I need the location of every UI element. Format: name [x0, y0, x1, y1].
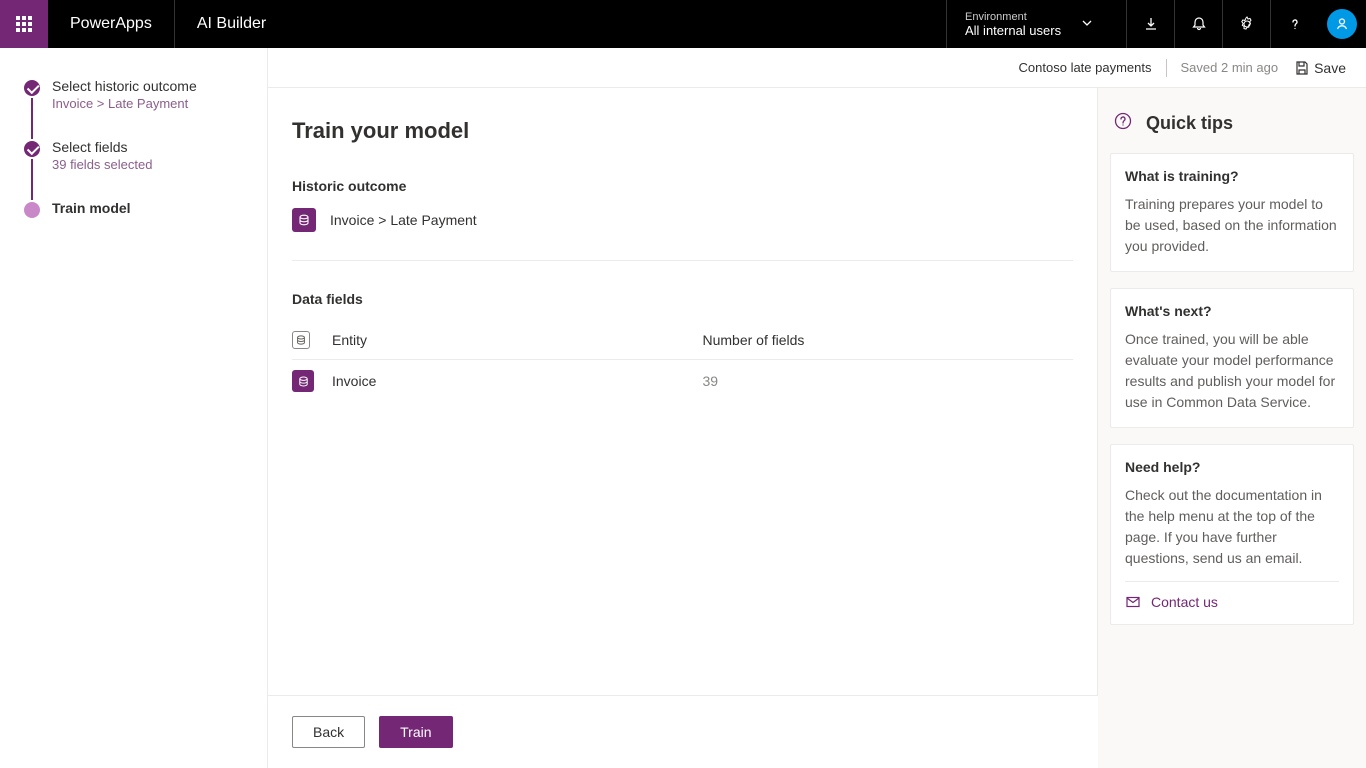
- waffle-icon: [16, 16, 32, 32]
- page-title: Train your model: [292, 118, 1073, 144]
- mail-icon: [1125, 594, 1141, 610]
- row-entity: Invoice: [332, 373, 703, 389]
- footer: Back Train: [268, 695, 1098, 768]
- tip-body: Once trained, you will be able evaluate …: [1125, 329, 1339, 413]
- tip-body: Training prepares your model to be used,…: [1125, 194, 1339, 257]
- step-title: Select historic outcome: [52, 78, 249, 94]
- model-name: Contoso late payments: [1019, 60, 1152, 75]
- tip-title: What's next?: [1125, 303, 1339, 319]
- entity-icon: [292, 370, 314, 392]
- historic-outcome-row: Invoice > Late Payment: [292, 208, 1073, 232]
- step-train-model[interactable]: Train model: [24, 200, 249, 216]
- save-button[interactable]: Save: [1294, 60, 1346, 76]
- save-icon: [1294, 60, 1310, 76]
- row-count: 39: [703, 373, 1074, 389]
- subbar: Contoso late payments Saved 2 min ago Sa…: [268, 48, 1366, 88]
- chevron-down-icon: [1081, 16, 1093, 32]
- help-circle-icon: [1114, 112, 1132, 135]
- settings-icon[interactable]: [1222, 0, 1270, 48]
- tip-title: Need help?: [1125, 459, 1339, 475]
- person-icon: [1334, 16, 1350, 32]
- tip-card-training: What is training? Training prepares your…: [1110, 153, 1354, 272]
- download-icon[interactable]: [1126, 0, 1174, 48]
- environment-label: Environment: [965, 11, 1061, 23]
- step-title: Train model: [52, 200, 249, 216]
- environment-value: All internal users: [965, 23, 1061, 38]
- saved-status: Saved 2 min ago: [1181, 60, 1279, 75]
- environment-picker[interactable]: Environment All internal users: [946, 0, 1126, 48]
- step-subtitle: 39 fields selected: [52, 157, 249, 172]
- data-fields-label: Data fields: [292, 291, 1073, 307]
- train-button[interactable]: Train: [379, 716, 452, 748]
- contact-us-link[interactable]: Contact us: [1125, 594, 1339, 610]
- step-historic-outcome[interactable]: Select historic outcome Invoice > Late P…: [24, 78, 249, 111]
- entity-icon: [292, 208, 316, 232]
- brand-label: PowerApps: [48, 0, 175, 48]
- tip-card-help: Need help? Check out the documentation i…: [1110, 444, 1354, 625]
- back-button[interactable]: Back: [292, 716, 365, 748]
- dot-icon: [24, 202, 40, 218]
- tip-card-next: What's next? Once trained, you will be a…: [1110, 288, 1354, 428]
- check-icon: [24, 141, 40, 157]
- main-content: Train your model Historic outcome Invoic…: [268, 88, 1098, 695]
- subbrand-label: AI Builder: [175, 0, 288, 48]
- quick-tips-panel: Quick tips What is training? Training pr…: [1098, 88, 1366, 768]
- table-row[interactable]: Invoice 39: [292, 360, 1073, 402]
- quick-tips-heading: Quick tips: [1114, 112, 1350, 135]
- step-subtitle: Invoice > Late Payment: [52, 96, 249, 111]
- step-title: Select fields: [52, 139, 249, 155]
- column-entity: Entity: [332, 332, 703, 348]
- table-header: Entity Number of fields: [292, 321, 1073, 360]
- notifications-icon[interactable]: [1174, 0, 1222, 48]
- app-launcher-button[interactable]: [0, 0, 48, 48]
- historic-outcome-value: Invoice > Late Payment: [330, 212, 477, 228]
- step-select-fields[interactable]: Select fields 39 fields selected: [24, 139, 249, 172]
- user-avatar[interactable]: [1318, 0, 1366, 48]
- tip-title: What is training?: [1125, 168, 1339, 184]
- column-count: Number of fields: [703, 332, 1074, 348]
- entity-header-icon: [292, 331, 310, 349]
- quick-tips-heading-text: Quick tips: [1146, 113, 1233, 134]
- check-icon: [24, 80, 40, 96]
- contact-us-label: Contact us: [1151, 594, 1218, 610]
- historic-outcome-label: Historic outcome: [292, 178, 1073, 194]
- save-button-label: Save: [1314, 60, 1346, 76]
- step-nav: Select historic outcome Invoice > Late P…: [0, 48, 268, 768]
- tip-body: Check out the documentation in the help …: [1125, 485, 1339, 569]
- help-icon[interactable]: [1270, 0, 1318, 48]
- topbar: PowerApps AI Builder Environment All int…: [0, 0, 1366, 48]
